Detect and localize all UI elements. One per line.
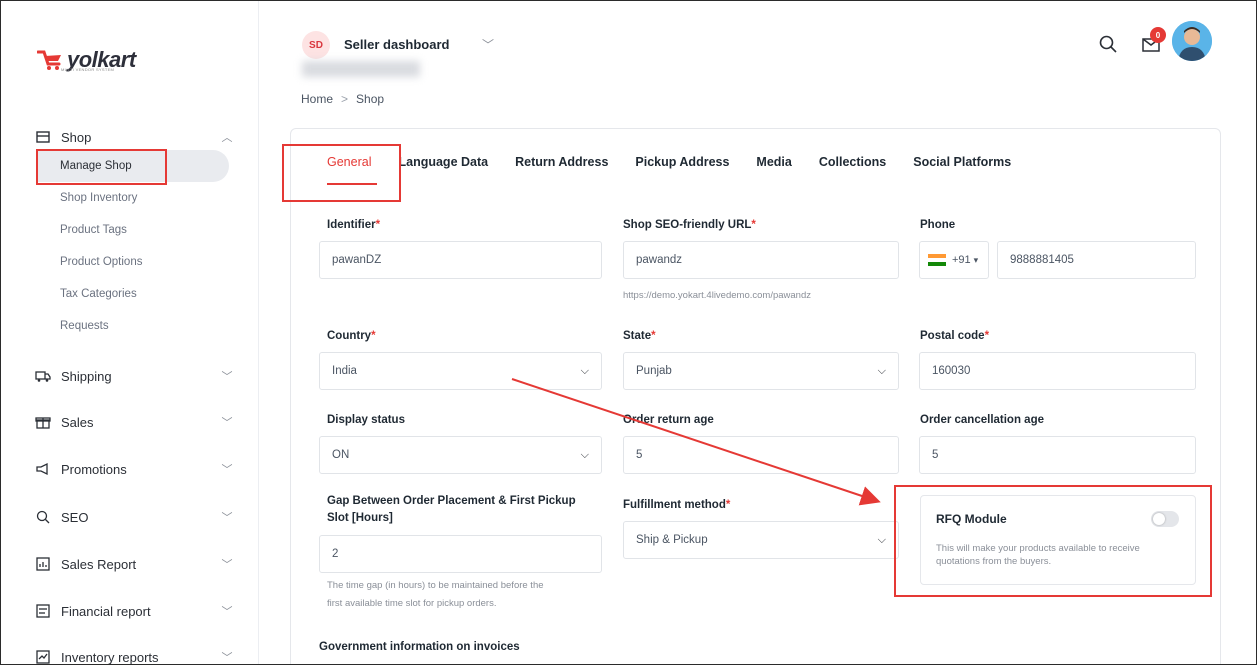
seo-url-help: https://demo.yokart.4livedemo.com/pawand…: [623, 290, 811, 301]
postal-code-input[interactable]: 160030: [919, 352, 1196, 390]
chevron-down-icon: ⌵: [580, 365, 589, 377]
order-cancellation-age-input[interactable]: 5: [919, 436, 1196, 474]
shop-icon: [35, 129, 51, 145]
tab-language-data[interactable]: Language Data: [398, 155, 488, 169]
rfq-module-title: RFQ Module: [936, 512, 1007, 526]
fulfillment-method-select[interactable]: Ship & Pickup ⌵: [623, 521, 899, 559]
chevron-down-icon[interactable]: ﹀: [482, 36, 494, 53]
chevron-down-icon: ﹀: [221, 371, 233, 383]
rfq-module-description: This will make your products available t…: [936, 543, 1140, 567]
tab-media[interactable]: Media: [756, 155, 791, 169]
seo-url-input[interactable]: pawandz: [623, 241, 899, 279]
phone-label: Phone: [920, 219, 956, 231]
chevron-down-icon: ﹀: [221, 464, 233, 476]
tab-pickup-address[interactable]: Pickup Address: [635, 155, 729, 169]
sidebar-section-label: Sales Report: [61, 556, 137, 572]
notification-badge: 0: [1150, 27, 1166, 43]
fulfillment-method-label: Fulfillment method*: [623, 499, 731, 511]
sidebar-item-manage-shop[interactable]: Manage Shop: [36, 150, 229, 182]
sidebar-section-inventory-reports[interactable]: Inventory reports ﹀: [35, 642, 234, 665]
cart-logo-icon: [36, 49, 63, 71]
sidebar-section-sales[interactable]: Sales ﹀: [35, 407, 234, 437]
chevron-down-icon: ﹀: [221, 559, 233, 571]
toggle-knob: [1153, 513, 1165, 525]
active-tab-indicator: [327, 183, 377, 185]
chevron-down-icon: ﹀: [221, 606, 233, 618]
top-bar: SD Seller dashboard ﹀ 0: [260, 1, 1256, 85]
finance-icon: [35, 603, 51, 619]
chevron-up-icon: ︿: [221, 132, 233, 144]
gap-label: Gap Between Order Placement & First Pick…: [327, 495, 576, 524]
order-return-age-label: Order return age: [623, 414, 714, 426]
inventory-icon: [35, 649, 51, 664]
phone-country-code[interactable]: +91 ▾: [919, 241, 989, 279]
india-flag-icon: [928, 254, 946, 266]
gap-help-text: The time gap (in hours) to be maintained…: [327, 580, 544, 609]
chevron-down-icon: ﹀: [221, 417, 233, 429]
chevron-down-icon: ﹀: [221, 652, 233, 664]
sidebar-item-product-options[interactable]: Product Options: [36, 246, 229, 278]
gift-icon: [35, 414, 51, 430]
search-icon[interactable]: [1098, 34, 1118, 54]
page-title-blurred: [302, 61, 420, 77]
postal-code-label: Postal code*: [920, 330, 990, 342]
country-select[interactable]: India ⌵: [319, 352, 602, 390]
dashboard-switcher[interactable]: Seller dashboard: [344, 37, 449, 52]
sidebar-section-label: Financial report: [61, 603, 151, 619]
chevron-down-icon: ⌵: [580, 449, 589, 461]
order-cancellation-age-label: Order cancellation age: [920, 414, 1044, 426]
breadcrumb: Home > Shop: [301, 92, 384, 106]
breadcrumb-separator: >: [341, 92, 349, 106]
chevron-down-icon: ⌵: [877, 365, 886, 377]
display-status-select[interactable]: ON ⌵: [319, 436, 602, 474]
chevron-down-icon: ⌵: [877, 534, 886, 546]
sidebar-section-label: Shipping: [61, 368, 112, 384]
sidebar-section-label: SEO: [61, 509, 89, 525]
sidebar-section-financial-report[interactable]: Financial report ﹀: [35, 596, 234, 626]
gap-hours-input[interactable]: 2: [319, 535, 602, 573]
government-info-label: Government information on invoices: [319, 641, 520, 653]
sidebar-item-product-tags[interactable]: Product Tags: [36, 214, 229, 246]
breadcrumb-home[interactable]: Home: [301, 92, 333, 106]
sidebar-section-label: Promotions: [61, 461, 127, 477]
sidebar-item-requests[interactable]: Requests: [36, 310, 229, 342]
state-select[interactable]: Punjab ⌵: [623, 352, 899, 390]
sidebar-section-promotions[interactable]: Promotions ﹀: [35, 454, 234, 484]
sidebar-section-seo[interactable]: SEO ﹀: [35, 502, 234, 532]
sidebar-item-tax-categories[interactable]: Tax Categories: [36, 278, 229, 310]
megaphone-icon: [35, 461, 51, 477]
brand-tagline: MULTI VENDOR SYSTEM: [61, 67, 115, 72]
sidebar: yolkart MULTI VENDOR SYSTEM Shop ︿ Manag…: [1, 1, 259, 665]
breadcrumb-current: Shop: [356, 92, 385, 106]
tab-return-address[interactable]: Return Address: [515, 155, 608, 169]
rfq-module-card: RFQ Module This will make your products …: [920, 495, 1196, 585]
report-icon: [35, 556, 51, 572]
sidebar-section-label: Shop: [61, 129, 92, 145]
seo-icon: [35, 509, 51, 525]
tab-collections[interactable]: Collections: [819, 155, 886, 169]
seller-badge: SD: [302, 31, 330, 59]
sidebar-section-sales-report[interactable]: Sales Report ﹀: [35, 549, 234, 579]
display-status-label: Display status: [327, 414, 405, 426]
country-label: Country*: [327, 330, 376, 342]
identifier-label: Identifier*: [327, 219, 381, 231]
state-label: State*: [623, 330, 656, 342]
sidebar-section-shipping[interactable]: Shipping ﹀: [35, 361, 234, 391]
identifier-input[interactable]: pawanDZ: [319, 241, 602, 279]
tab-social-platforms[interactable]: Social Platforms: [913, 155, 1011, 169]
seo-url-label: Shop SEO-friendly URL*: [623, 219, 756, 231]
tab-bar: General Language Data Return Address Pic…: [327, 151, 1038, 173]
phone-input[interactable]: 9888881405: [997, 241, 1196, 279]
order-return-age-input[interactable]: 5: [623, 436, 899, 474]
sidebar-item-shop-inventory[interactable]: Shop Inventory: [36, 182, 229, 214]
avatar[interactable]: [1172, 21, 1212, 61]
tab-general[interactable]: General: [327, 155, 371, 169]
truck-icon: [35, 368, 51, 384]
chevron-down-icon: ﹀: [221, 512, 233, 524]
sidebar-section-label: Sales: [61, 414, 94, 430]
app-window: yolkart MULTI VENDOR SYSTEM Shop ︿ Manag…: [0, 0, 1257, 665]
sidebar-section-shop[interactable]: Shop ︿: [35, 122, 234, 152]
rfq-module-toggle[interactable]: [1151, 511, 1179, 527]
sidebar-section-label: Inventory reports: [61, 649, 159, 665]
